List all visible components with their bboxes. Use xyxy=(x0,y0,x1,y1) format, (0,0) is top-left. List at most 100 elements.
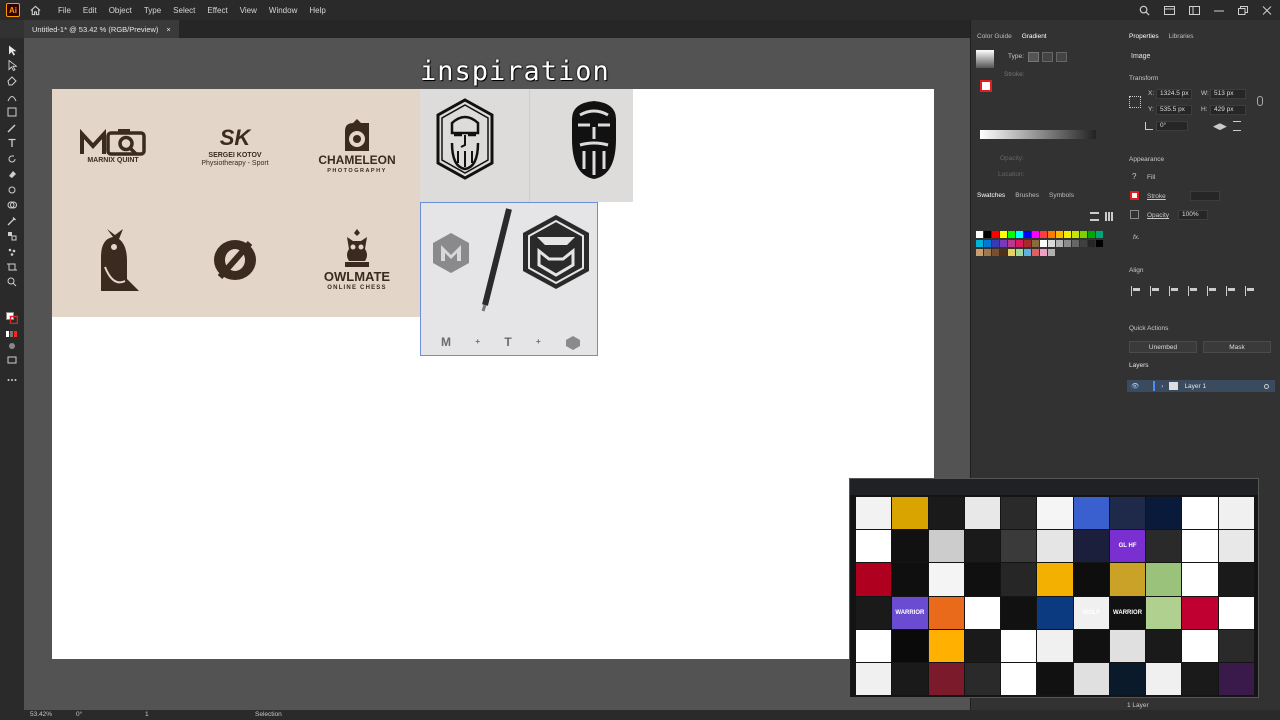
swatch[interactable] xyxy=(1000,240,1007,247)
color-mode-icon[interactable] xyxy=(6,328,18,340)
menu-select[interactable]: Select xyxy=(167,6,201,15)
swatch[interactable] xyxy=(976,240,983,247)
swatch[interactable] xyxy=(1008,240,1015,247)
mask-button[interactable]: Mask xyxy=(1203,341,1271,353)
swatch[interactable] xyxy=(1048,240,1055,247)
swatch[interactable] xyxy=(1096,231,1103,238)
swatch[interactable] xyxy=(984,249,991,256)
swatch[interactable] xyxy=(1000,249,1007,256)
rotate-tool-icon[interactable] xyxy=(6,153,18,165)
y-field[interactable]: 535.5 px xyxy=(1156,105,1192,115)
selection-tool-icon[interactable] xyxy=(6,44,18,56)
menu-edit[interactable]: Edit xyxy=(77,6,103,15)
stroke-label[interactable]: Stroke xyxy=(1147,193,1166,200)
x-field[interactable]: 1324.5 px xyxy=(1156,89,1192,99)
tab-gradient[interactable]: Gradient xyxy=(1022,33,1047,40)
blend-tool-icon[interactable] xyxy=(6,230,18,242)
opacity-label[interactable]: Opacity xyxy=(1147,212,1169,219)
menu-help[interactable]: Help xyxy=(303,6,331,15)
zoom-level[interactable]: 53.42% xyxy=(30,711,52,718)
swatch[interactable] xyxy=(1040,240,1047,247)
gradient-fill-stroke-icon[interactable] xyxy=(980,80,992,92)
expand-chevron-icon[interactable]: › xyxy=(1161,383,1163,390)
h-field[interactable]: 429 px xyxy=(1210,105,1246,115)
type-tool-icon[interactable] xyxy=(6,137,18,149)
tab-properties[interactable]: Properties xyxy=(1129,33,1159,40)
inspiration-title[interactable]: inspiration xyxy=(420,56,636,87)
fill-help-icon[interactable]: ? xyxy=(1132,172,1136,181)
close-tab-icon[interactable]: × xyxy=(166,25,170,34)
rectangle-tool-icon[interactable] xyxy=(6,106,18,118)
swatches-list-view-icon[interactable] xyxy=(1090,212,1099,221)
swatch[interactable] xyxy=(1048,231,1055,238)
menu-file[interactable]: File xyxy=(52,6,77,15)
layer-row[interactable]: 👁 › Layer 1 xyxy=(1127,380,1275,392)
swatch[interactable] xyxy=(1088,231,1095,238)
align-icon[interactable] xyxy=(1188,286,1197,296)
search-icon[interactable] xyxy=(1139,5,1150,16)
swatch[interactable] xyxy=(1016,249,1023,256)
swatch[interactable] xyxy=(976,249,983,256)
swatch[interactable] xyxy=(1040,231,1047,238)
swatch[interactable] xyxy=(1008,231,1015,238)
swatch[interactable] xyxy=(1064,231,1071,238)
align-icon[interactable] xyxy=(1207,286,1216,296)
flip-horizontal-icon[interactable]: ◀▶ xyxy=(1213,121,1227,131)
restore-icon[interactable] xyxy=(1238,5,1248,15)
swatch[interactable] xyxy=(1080,231,1087,238)
swatch[interactable] xyxy=(1056,240,1063,247)
swatch[interactable] xyxy=(992,240,999,247)
rotate-angle-field[interactable]: 0° xyxy=(1156,121,1188,131)
direct-selection-tool-icon[interactable] xyxy=(6,59,18,71)
swatches-grid-view-icon[interactable] xyxy=(1105,212,1114,221)
tab-libraries[interactable]: Libraries xyxy=(1169,33,1194,40)
swatch[interactable] xyxy=(976,231,983,238)
align-icon[interactable] xyxy=(1150,286,1159,296)
tab-symbols[interactable]: Symbols xyxy=(1049,192,1074,199)
visibility-eye-icon[interactable]: 👁 xyxy=(1131,382,1139,390)
swatch[interactable] xyxy=(1024,240,1031,247)
swatch[interactable] xyxy=(1032,240,1039,247)
swatch[interactable] xyxy=(1032,249,1039,256)
swatch[interactable] xyxy=(1024,249,1031,256)
swatch[interactable] xyxy=(992,231,999,238)
draw-mode-icon[interactable] xyxy=(6,340,18,352)
stroke-weight-field[interactable] xyxy=(1190,191,1220,201)
swatch[interactable] xyxy=(1056,231,1063,238)
curvature-tool-icon[interactable] xyxy=(6,91,18,103)
menu-object[interactable]: Object xyxy=(103,6,138,15)
eyedropper-tool-icon[interactable] xyxy=(6,215,18,227)
workspace-icon[interactable] xyxy=(1189,5,1200,15)
swatch[interactable] xyxy=(1072,240,1079,247)
swatch[interactable] xyxy=(984,240,991,247)
artboard-tool-icon[interactable] xyxy=(6,261,18,273)
swatches-grid[interactable] xyxy=(976,231,1108,291)
swatch[interactable] xyxy=(1096,240,1103,247)
align-icon[interactable] xyxy=(1169,286,1178,296)
swatch[interactable] xyxy=(1064,240,1071,247)
swatch[interactable] xyxy=(992,249,999,256)
tab-color-guide[interactable]: Color Guide xyxy=(977,33,1012,40)
gradient-swatch[interactable] xyxy=(976,50,994,68)
opacity-swatch-icon[interactable] xyxy=(1130,210,1139,219)
current-tool[interactable]: Selection xyxy=(255,711,282,718)
swatch[interactable] xyxy=(1080,240,1087,247)
constrain-proportions-icon[interactable] xyxy=(1257,96,1263,106)
shape-builder-tool-icon[interactable] xyxy=(6,199,18,211)
align-icon[interactable] xyxy=(1131,286,1140,296)
layer-name[interactable]: Layer 1 xyxy=(1184,383,1206,390)
paintbrush-tool-icon[interactable] xyxy=(6,122,18,134)
zeus-logos-image[interactable] xyxy=(420,89,633,202)
logo-sheet-image[interactable]: MARNIX QUINT SK SERGEI KOTOV Physiothera… xyxy=(52,89,420,317)
swatch[interactable] xyxy=(1088,240,1095,247)
close-window-icon[interactable] xyxy=(1262,5,1272,15)
more-tools-icon[interactable] xyxy=(6,374,18,386)
screen-mode-icon[interactable] xyxy=(6,354,18,366)
mt-logo-image-selected[interactable]: M + T + xyxy=(420,202,598,356)
swatch[interactable] xyxy=(1016,231,1023,238)
artboard-number[interactable]: 1 xyxy=(145,711,149,718)
swatch[interactable] xyxy=(1040,249,1047,256)
document-tab[interactable]: Untitled-1* @ 53.42 % (RGB/Preview) × xyxy=(24,20,179,38)
align-icon[interactable] xyxy=(1226,286,1235,296)
layer-target-icon[interactable] xyxy=(1264,383,1269,389)
